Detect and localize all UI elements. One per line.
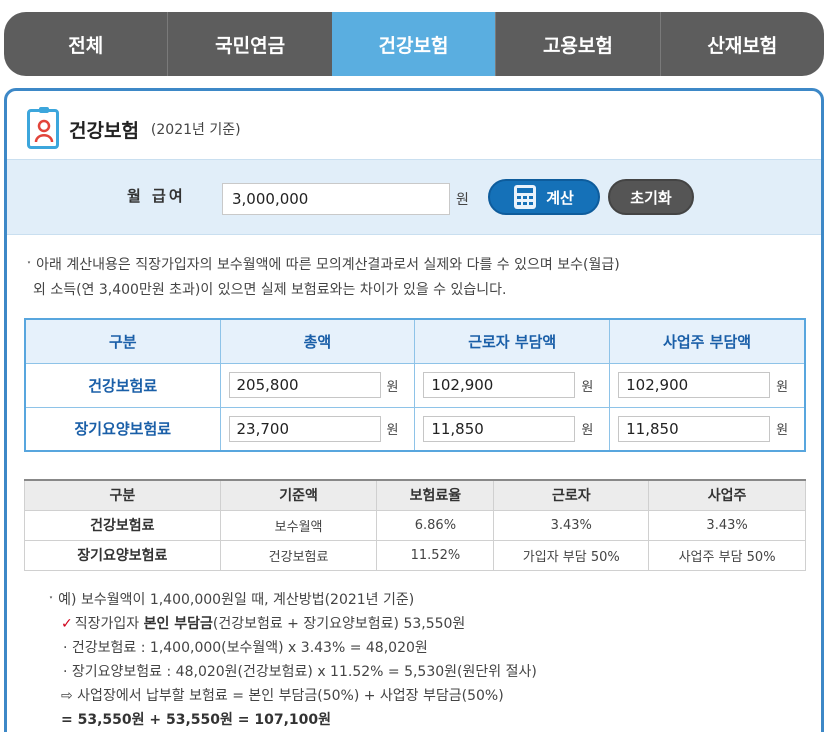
table-cell: 11.52% (376, 539, 495, 571)
table-cell: 건강보험료 (219, 539, 378, 571)
table-cell: 3.43% (493, 509, 650, 541)
result-table-header: 구분 총액 근로자 부담액 사업주 부담액 (24, 318, 806, 364)
salary-label: 월 급여 (127, 187, 186, 205)
reset-button[interactable]: 초기화 (608, 179, 694, 215)
unit-label: 원 (581, 379, 594, 395)
example-line-a: ✓ 직장가입자 본인 부담금(건강보험료 + 장기요양보험료) 53,550원 (61, 616, 466, 632)
table-cell: 건강보험료 (24, 509, 221, 541)
unit-label: 원 (386, 379, 399, 395)
tab-health-insurance[interactable]: 건강보험 (331, 12, 496, 76)
page-title: 건강보험 (69, 119, 139, 142)
health-insurance-panel: 건강보험 (2021년 기준) 월 급여 원 계산 초기화 ˑ 아래 계산내용은… (4, 88, 824, 732)
table-cell: 가입자 부담 50% (493, 539, 650, 571)
page-subtitle: (2021년 기준) (150, 122, 241, 138)
table-cell: 3.43% (648, 509, 806, 541)
unit-label: 원 (581, 423, 594, 439)
column-header: 구분 (24, 318, 221, 364)
note-line-1: ˑ 아래 계산내용은 직장가입자의 보수월액에 따른 모의계산결과로서 실제와 … (27, 257, 620, 273)
table-cell: 보수월액 (219, 509, 378, 541)
rate-table-header: 구분 기준액 보험료율 근로자 사업주 (24, 479, 806, 511)
column-header: 사업주 부담액 (609, 318, 806, 364)
check-icon: ✓ (61, 616, 73, 632)
panel-header: 건강보험 (2021년 기준) (27, 107, 241, 151)
ltc-worker-field[interactable]: 11,850 (423, 415, 576, 442)
column-header: 근로자 부담액 (414, 318, 611, 364)
calculate-button[interactable]: 계산 (488, 179, 600, 215)
tab-all[interactable]: 전체 (4, 12, 167, 76)
table-row: 건강보험료 205,800 원 102,900 원 102,900 원 (24, 362, 806, 408)
health-worker-field[interactable]: 102,900 (423, 372, 576, 398)
insurance-tabs: 전체 국민연금 건강보험 고용보험 산재보험 (4, 12, 824, 76)
health-employer-field[interactable]: 102,900 (618, 372, 771, 398)
column-header: 보험료율 (376, 479, 495, 511)
example-line-d: ⇨ 사업장에서 납부할 보험료 = 본인 부담금(50%) + 사업장 부담금(… (61, 688, 504, 704)
table-cell: 사업주 부담 50% (648, 539, 806, 571)
unit-label: 원 (776, 379, 789, 395)
column-header: 구분 (24, 479, 221, 511)
table-row: 장기요양보험료 23,700 원 11,850 원 11,850 원 (24, 406, 806, 452)
example-section: ˑ 예) 보수월액이 1,400,000원일 때, 계산방법(2021년 기준)… (49, 588, 537, 732)
row-label: 장기요양보험료 (24, 406, 221, 452)
ltc-total-field[interactable]: 23,700 (228, 415, 381, 442)
table-row: 건강보험료 보수월액 6.86% 3.43% 3.43% (24, 509, 806, 541)
example-line-b: · 건강보험료 : 1,400,000(보수월액) x 3.43% = 48,0… (63, 640, 428, 656)
disclaimer-note: ˑ 아래 계산내용은 직장가입자의 보수월액에 따른 모의계산결과로서 실제와 … (27, 253, 620, 303)
salary-unit: 원 (456, 192, 469, 208)
calculator-icon (514, 185, 537, 209)
rate-table: 구분 기준액 보험료율 근로자 사업주 건강보험료 보수월액 6.86% 3.4… (24, 479, 806, 571)
salary-input-bar: 월 급여 원 계산 초기화 (7, 159, 821, 235)
health-total-field[interactable]: 205,800 (228, 372, 381, 398)
column-header: 기준액 (219, 479, 378, 511)
table-cell: 장기요양보험료 (24, 539, 221, 571)
example-line-e: = 53,550원 + 53,550원 = 107,100원 (61, 712, 332, 728)
unit-label: 원 (776, 423, 789, 439)
tab-industrial-accident-insurance[interactable]: 산재보험 (659, 12, 824, 76)
tab-employment-insurance[interactable]: 고용보험 (495, 12, 659, 76)
tab-national-pension[interactable]: 국민연금 (167, 12, 331, 76)
id-card-icon (27, 107, 59, 149)
ltc-employer-field[interactable]: 11,850 (618, 415, 771, 442)
column-header: 근로자 (493, 479, 650, 511)
calculate-button-label: 계산 (546, 188, 574, 207)
column-header: 총액 (219, 318, 416, 364)
column-header: 사업주 (648, 479, 806, 511)
row-label: 건강보험료 (24, 362, 221, 408)
table-cell: 6.86% (376, 509, 495, 541)
note-line-2: 외 소득(연 3,400만원 초과)이 있으면 실제 보험료와는 차이가 있을 … (33, 282, 507, 298)
salary-input[interactable] (222, 183, 450, 215)
example-line-c: · 장기요양보험료 : 48,020원(건강보험료) x 11.52% = 5,… (63, 664, 537, 680)
example-intro: ˑ 예) 보수월액이 1,400,000원일 때, 계산방법(2021년 기준) (49, 592, 415, 608)
table-row: 장기요양보험료 건강보험료 11.52% 가입자 부담 50% 사업주 부담 5… (24, 539, 806, 571)
result-table: 구분 총액 근로자 부담액 사업주 부담액 건강보험료 205,800 원 102… (24, 318, 806, 452)
unit-label: 원 (386, 423, 399, 439)
reset-button-label: 초기화 (630, 188, 672, 207)
